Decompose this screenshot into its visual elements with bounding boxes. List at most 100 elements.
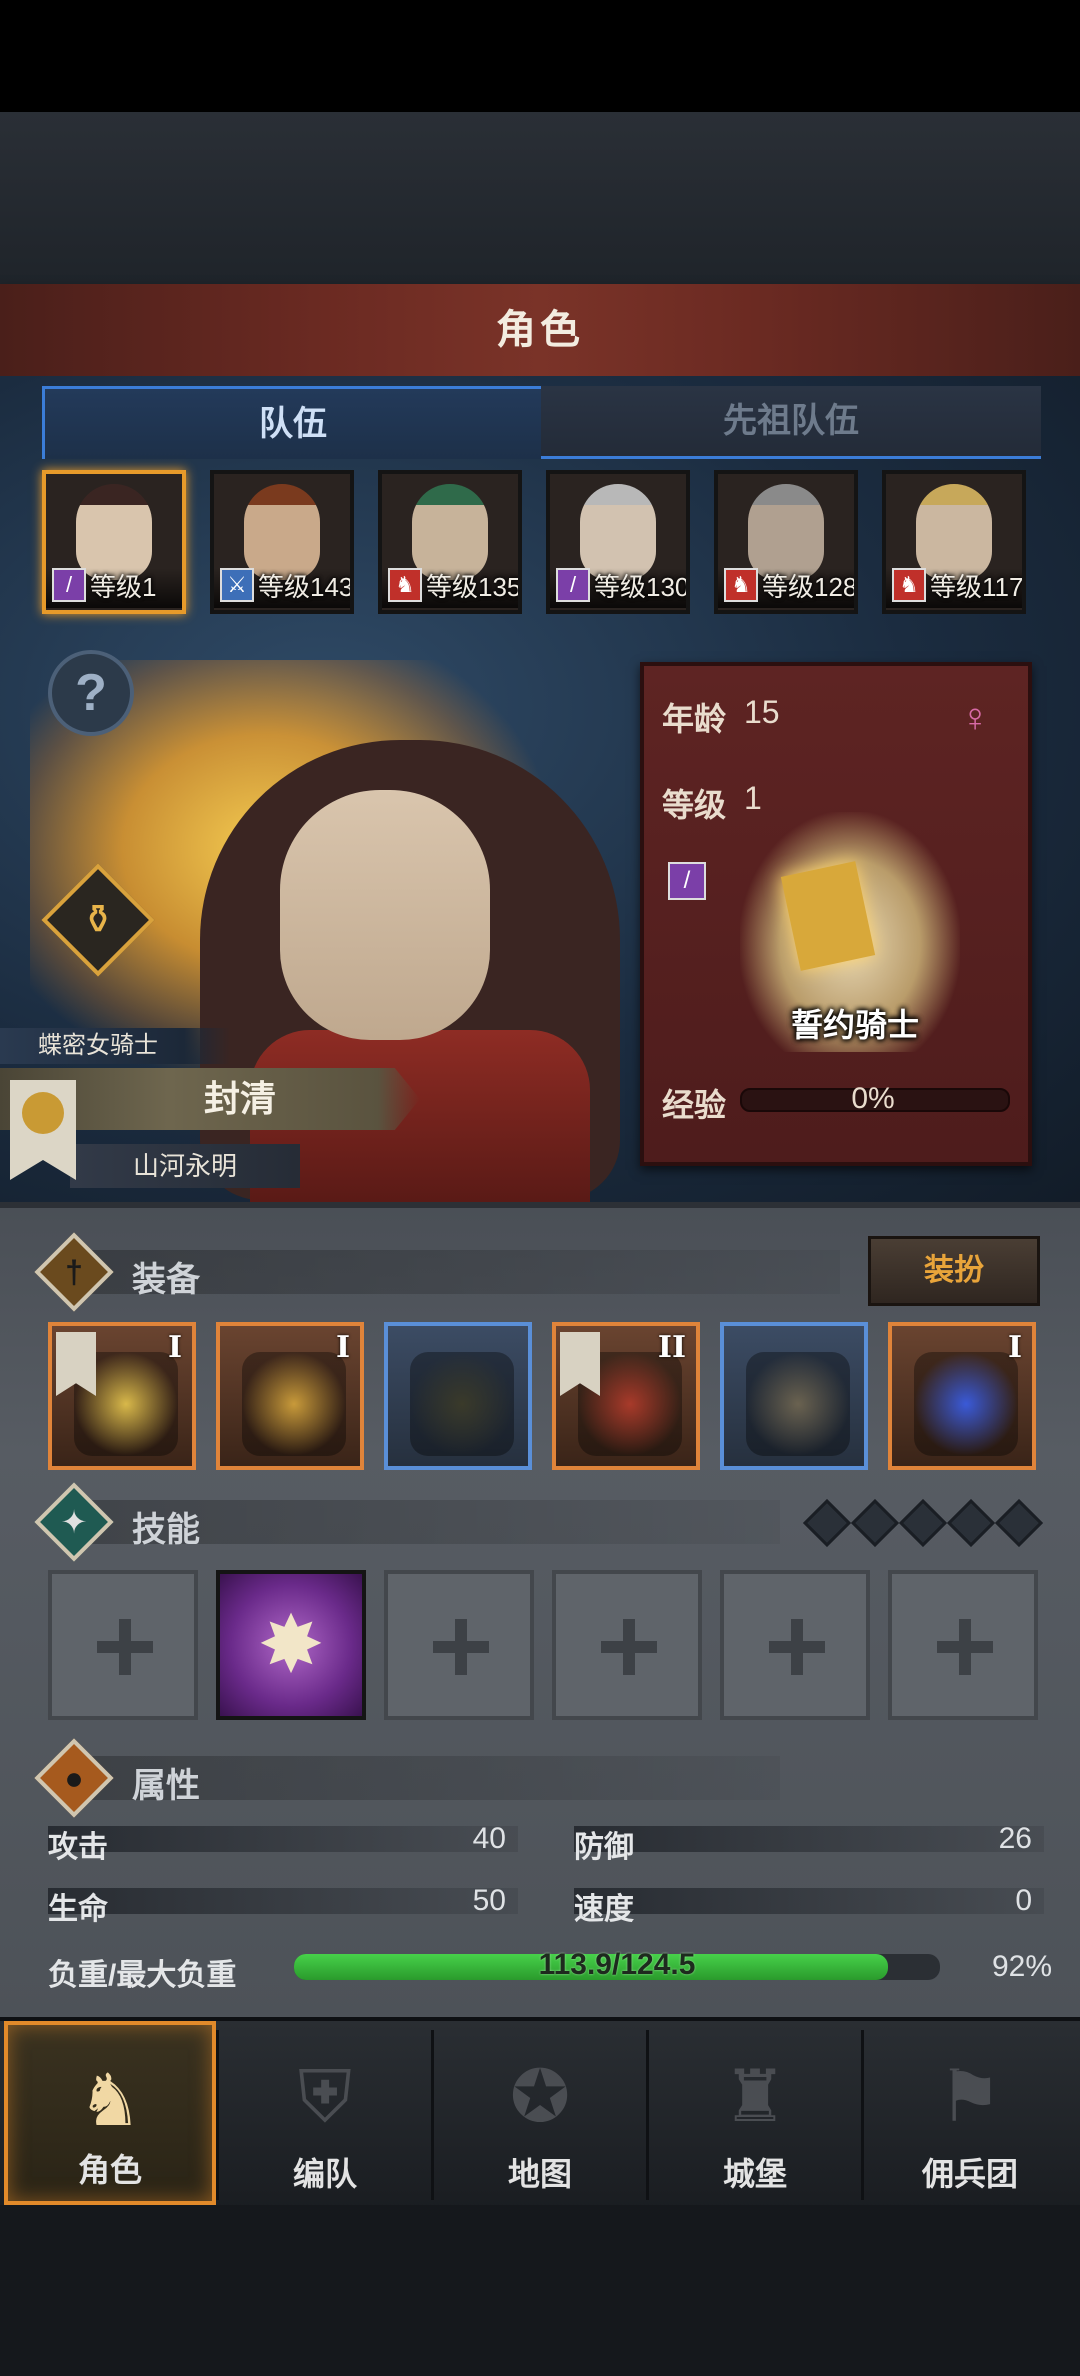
age-value: 15	[744, 694, 780, 730]
nav-banner[interactable]: ⚑ 佣兵团	[864, 2021, 1076, 2205]
nav-separator	[646, 2030, 649, 2200]
hp-value: 50	[472, 1884, 506, 1917]
equipment-slot-arcane-orb[interactable]: I	[888, 1322, 1036, 1470]
portrait-face	[580, 484, 656, 580]
roster-portrait[interactable]: ⚔ 等级143	[210, 470, 354, 614]
staff-star-icon: /	[556, 568, 590, 602]
hero-title: 山河永明	[70, 1144, 300, 1188]
nav-separator	[861, 2030, 864, 2200]
skill-slot-filled[interactable]: ✸	[216, 1570, 366, 1720]
ornate-shield-icon	[242, 1352, 346, 1456]
attack-value: 40	[472, 1822, 506, 1855]
skill-slot-empty[interactable]	[384, 1570, 534, 1720]
equipment-slot-dark-hood[interactable]	[384, 1322, 532, 1470]
weight-value: 113.9/124.5	[538, 1948, 696, 1981]
portrait-level: 等级1	[90, 572, 157, 602]
roster-portrait[interactable]: / 等级130	[546, 470, 690, 614]
nav-helmet[interactable]: ⛨ 编队	[219, 2021, 431, 2205]
skills-title: 技能	[132, 1511, 200, 1549]
nav-label: 编队	[292, 2156, 357, 2192]
hero-name[interactable]: 封清	[80, 1068, 400, 1130]
portrait-face	[748, 484, 824, 580]
sword-icon: ⚔	[220, 568, 254, 602]
portrait-face	[916, 484, 992, 580]
equipment-slot-crimson-armor[interactable]: II	[552, 1322, 700, 1470]
page-title: 角色	[496, 308, 584, 352]
portrait-face	[412, 484, 488, 580]
staff-icon: /	[668, 862, 706, 900]
weight-label: 负重/最大负重	[48, 1959, 237, 1992]
portrait-level: 等级117	[930, 572, 1024, 602]
portrait-level: 等级128	[762, 572, 858, 602]
horse-star-icon: ♞	[724, 568, 758, 602]
defense-value: 26	[998, 1822, 1032, 1855]
nav-compass[interactable]: ✪ 地图	[434, 2021, 646, 2205]
weight-percent: 92%	[991, 1950, 1052, 1983]
portrait-level: 等级130	[594, 572, 690, 602]
speed-label: 速度	[574, 1893, 634, 1926]
roster-portrait[interactable]: ♞ 等级128	[714, 470, 858, 614]
knight-icon: ♞	[77, 2061, 143, 2141]
status-bar-area	[0, 0, 1080, 112]
attack-label: 攻击	[48, 1831, 108, 1864]
nav-castle[interactable]: ♜ 城堡	[649, 2021, 861, 2205]
equipment-tier: I	[167, 1330, 182, 1365]
defense-label: 防御	[574, 1831, 634, 1864]
person-icon: ●	[64, 1760, 84, 1796]
top-band	[0, 112, 1080, 284]
skill-slot-empty[interactable]	[888, 1570, 1038, 1720]
helmet-icon: ⛨	[297, 2057, 352, 2137]
nav-separator	[431, 2030, 434, 2200]
staff-icon: /	[52, 568, 86, 602]
roster-portrait[interactable]: ♞ 等级135	[378, 470, 522, 614]
bottom-area	[0, 2205, 1080, 2376]
portrait-level-strip: ♞ 等级135	[382, 568, 518, 608]
portrait-level-strip: / 等级130	[550, 568, 686, 608]
nav-label: 角色	[77, 2152, 142, 2188]
hp-label: 生命	[48, 1893, 108, 1926]
help-button[interactable]: ?	[48, 650, 134, 736]
empty-slot-cross-icon	[97, 1619, 153, 1675]
equipment-slot-wrapped-boots[interactable]	[720, 1322, 868, 1470]
nav-separator	[216, 2030, 219, 2200]
roster-portrait[interactable]: / 等级1	[42, 470, 186, 614]
equipment-title: 装备	[132, 1261, 200, 1299]
portrait-level: 等级143	[258, 572, 354, 602]
portrait-level-strip: ⚔ 等级143	[214, 568, 350, 608]
female-icon: ♀	[960, 696, 990, 740]
attributes-title: 属性	[132, 1767, 200, 1805]
horse-star-icon: ♞	[388, 568, 422, 602]
nav-label: 城堡	[722, 2156, 787, 2192]
empty-slot-cross-icon	[433, 1619, 489, 1675]
skill-slot-empty[interactable]	[552, 1570, 702, 1720]
portrait-face	[244, 484, 320, 580]
nav-knight[interactable]: ♞ 角色	[4, 2021, 216, 2205]
equipment-slot-golden-blade[interactable]: I	[48, 1322, 196, 1470]
tab-ancestor-team[interactable]: 先祖队伍	[541, 386, 1041, 459]
portrait-face	[76, 484, 152, 580]
arcane-orb-icon	[914, 1352, 1018, 1456]
sword-icon: †	[65, 1254, 83, 1290]
hero-portrait-face	[280, 790, 490, 1040]
empty-slot-cross-icon	[769, 1619, 825, 1675]
star-icon: ✦	[60, 1504, 88, 1540]
portrait-level-strip: / 等级1	[46, 568, 182, 608]
banner-icon: ⚑	[937, 2057, 1003, 2137]
roster-portrait[interactable]: ♞ 等级117	[882, 470, 1026, 614]
exp-label: 经验	[662, 1087, 727, 1123]
exp-value: 0%	[851, 1082, 895, 1115]
hero-class: 蝶密女骑士	[0, 1028, 230, 1064]
equipment-slot-ornate-shield[interactable]: I	[216, 1322, 364, 1470]
dress-up-button[interactable]: 装扮	[868, 1236, 1040, 1306]
potion-glyph: ⚱	[81, 898, 115, 942]
equipment-tier: II	[657, 1330, 686, 1365]
castle-icon: ♜	[722, 2057, 788, 2137]
tab-team[interactable]: 队伍	[42, 386, 544, 459]
portrait-level-strip: ♞ 等级117	[886, 568, 1022, 608]
horse-icon: ♞	[892, 568, 926, 602]
speed-value: 0	[1015, 1884, 1032, 1917]
equipment-tier: I	[335, 1330, 350, 1365]
portrait-level: 等级135	[426, 572, 522, 602]
skill-slot-empty[interactable]	[720, 1570, 870, 1720]
skill-slot-empty[interactable]	[48, 1570, 198, 1720]
